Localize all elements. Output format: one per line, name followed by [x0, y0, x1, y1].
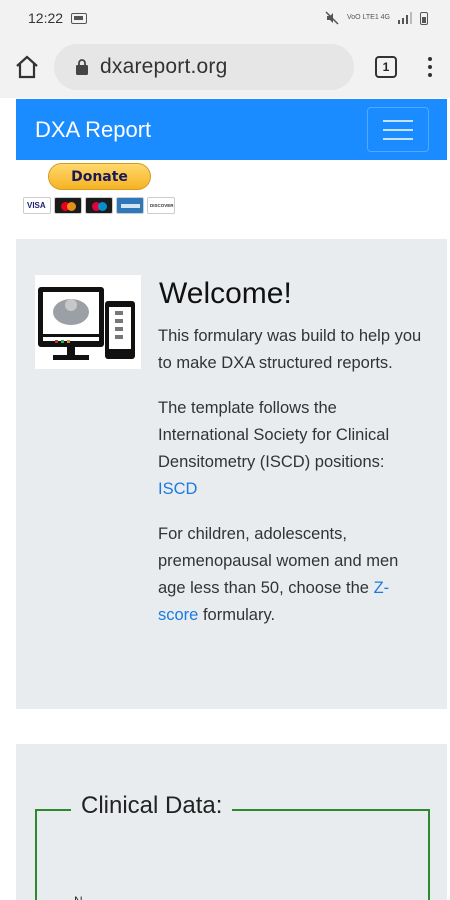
welcome-paragraph-3: For children, adolescents, premenopausal… [158, 525, 399, 624]
status-bar: 12:22 VoO LTE1 4G [0, 0, 450, 36]
tab-switcher-button[interactable]: 1 [375, 56, 397, 78]
overflow-menu-icon[interactable] [420, 54, 440, 80]
iscd-link[interactable]: ISCD [158, 480, 197, 498]
payment-cards [23, 197, 175, 214]
lock-icon [76, 59, 88, 75]
navbar: DXA Report [16, 99, 447, 160]
welcome-section: Welcome! This formulary was build to hel… [16, 239, 447, 709]
maestro-icon [85, 197, 113, 214]
home-icon[interactable] [14, 54, 40, 80]
notification-icon [71, 12, 88, 24]
discover-icon [147, 197, 175, 214]
browser-toolbar: dxareport.org 1 [0, 36, 450, 98]
navbar-brand[interactable]: DXA Report [35, 117, 151, 143]
network-label: VoO LTE1 4G [346, 14, 390, 21]
mute-icon [325, 11, 339, 25]
welcome-paragraph-1: This formulary was build to help you to … [158, 327, 422, 372]
visa-icon [23, 197, 51, 214]
status-time: 12:22 [28, 10, 64, 26]
welcome-title: Welcome! [159, 277, 292, 310]
clinical-data-fieldset [35, 809, 430, 900]
welcome-text: This formulary was build to help you to … [158, 323, 428, 647]
clinical-data-section: Clinical Data: N [16, 744, 447, 900]
url-bar[interactable]: dxareport.org [54, 44, 354, 90]
clinical-data-legend: Clinical Data: [71, 792, 233, 820]
battery-icon [420, 11, 428, 25]
signal-icon [398, 12, 412, 24]
hamburger-menu-button[interactable] [367, 107, 429, 152]
mastercard-icon [54, 197, 82, 214]
welcome-paragraph-2: The template follows the International S… [158, 399, 390, 498]
dxa-scanner-icon [35, 275, 141, 369]
clinical-field-label: N [74, 894, 83, 900]
amex-icon [116, 197, 144, 214]
status-icons: VoO LTE1 4G [325, 11, 428, 25]
donate-button[interactable]: Donate [48, 163, 151, 190]
url-text: dxareport.org [100, 55, 228, 78]
